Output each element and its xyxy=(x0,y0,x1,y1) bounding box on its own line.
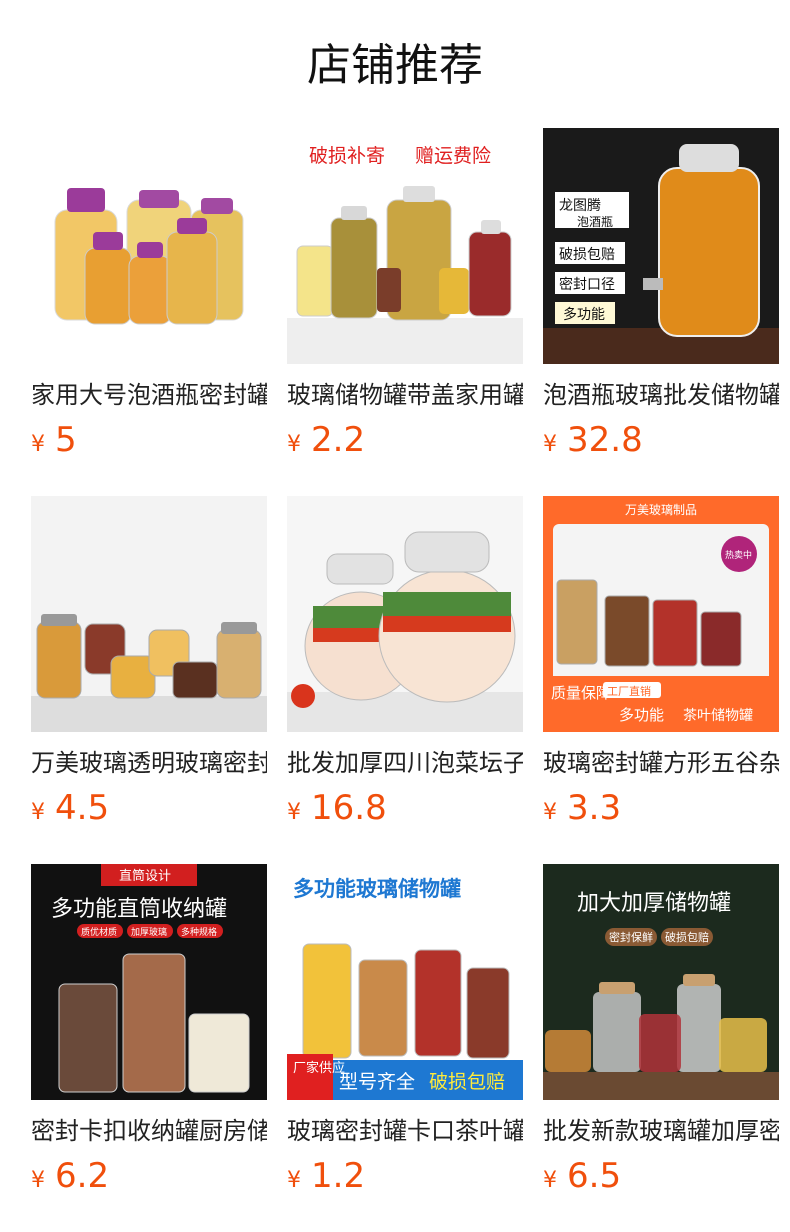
product-image[interactable]: 万美玻璃制品 热卖中 质量保障 工厂直销 多功能 茶叶储物罐 xyxy=(543,496,779,732)
product-card[interactable]: 万美玻璃制品 热卖中 质量保障 工厂直销 多功能 茶叶储物罐 玻璃密封罐方形五谷… xyxy=(543,496,779,864)
overlay-text: 赠运费险 xyxy=(415,145,491,167)
product-image[interactable] xyxy=(31,496,267,732)
product-image[interactable]: 破损补寄 赠运费险 xyxy=(287,128,523,364)
price-amount: 2.2 xyxy=(311,420,366,460)
overlay-text: 破损包赔 xyxy=(559,247,615,263)
price-amount: 1.2 xyxy=(311,1156,366,1196)
overlay-text: 多种规格 xyxy=(181,926,217,938)
product-price: ¥6.2 xyxy=(31,1154,267,1198)
price-amount: 3.3 xyxy=(567,788,622,828)
product-card[interactable]: 直筒设计 多功能直筒收纳罐 质优材质 加厚玻璃 多种规格 密封卡扣收纳罐厨房储物… xyxy=(31,864,267,1232)
overlay-text: 万美玻璃制品 xyxy=(625,503,697,517)
page-title: 店铺推荐 xyxy=(307,40,483,91)
product-card[interactable]: 龙图腾 泡酒瓶 破损包赔 密封口径 多功能 泡酒瓶玻璃批发储物罐 ¥32.8 xyxy=(543,128,779,496)
product-image[interactable] xyxy=(31,128,267,364)
overlay-text: 破损补寄 xyxy=(309,145,385,167)
product-price: ¥6.5 xyxy=(543,1154,779,1198)
product-price: ¥1.2 xyxy=(287,1154,523,1198)
product-name[interactable]: 玻璃密封罐方形五谷杂粮 xyxy=(543,746,779,780)
overlay-text: 工厂直销 xyxy=(607,684,651,698)
product-image[interactable]: 直筒设计 多功能直筒收纳罐 质优材质 加厚玻璃 多种规格 xyxy=(31,864,267,1100)
overlay-text: 密封保鲜 xyxy=(609,930,653,944)
overlay-text: 破损包赔 xyxy=(429,1071,505,1093)
currency-symbol: ¥ xyxy=(31,1168,45,1193)
product-name[interactable]: 玻璃储物罐带盖家用罐 xyxy=(287,378,523,412)
product-card[interactable]: 批发加厚四川泡菜坛子 ¥16.8 xyxy=(287,496,523,864)
product-price: ¥16.8 xyxy=(287,786,523,830)
product-name[interactable]: 批发新款玻璃罐加厚密封 xyxy=(543,1114,779,1148)
overlay-text: 厂家供应 xyxy=(293,1060,345,1076)
overlay-text: 多功能直筒收纳罐 xyxy=(51,897,227,922)
overlay-text: 龙图腾 xyxy=(559,197,601,214)
currency-symbol: ¥ xyxy=(543,1168,557,1193)
product-price: ¥4.5 xyxy=(31,786,267,830)
product-name[interactable]: 密封卡扣收纳罐厨房储物 xyxy=(31,1114,267,1148)
product-card[interactable]: 家用大号泡酒瓶密封罐 ¥5 xyxy=(31,128,267,496)
price-amount: 4.5 xyxy=(55,788,110,828)
currency-symbol: ¥ xyxy=(287,800,301,825)
product-price: ¥2.2 xyxy=(287,418,523,462)
product-name[interactable]: 玻璃密封罐卡口茶叶罐 xyxy=(287,1114,523,1148)
price-amount: 5 xyxy=(55,420,77,460)
product-price: ¥3.3 xyxy=(543,786,779,830)
currency-symbol: ¥ xyxy=(31,432,45,457)
currency-symbol: ¥ xyxy=(543,800,557,825)
product-price: ¥5 xyxy=(31,418,267,462)
product-name[interactable]: 批发加厚四川泡菜坛子 xyxy=(287,746,523,780)
product-name[interactable]: 家用大号泡酒瓶密封罐 xyxy=(31,378,267,412)
product-card[interactable]: 破损补寄 赠运费险 玻璃储物罐带盖家用罐 ¥2.2 xyxy=(287,128,523,496)
currency-symbol: ¥ xyxy=(543,432,557,457)
product-grid: 家用大号泡酒瓶密封罐 ¥5 破损补寄 赠运费险 玻璃储物罐带盖家用罐 ¥ 2.2… xyxy=(31,128,779,1232)
price-amount: 6.5 xyxy=(567,1156,622,1196)
currency-symbol: ¥ xyxy=(287,432,301,457)
product-card[interactable]: 多功能玻璃储物罐 厂家供应 型号齐全 破损包赔 玻璃密封罐卡口茶叶罐 ¥1.2 xyxy=(287,864,523,1232)
price-amount: 16.8 xyxy=(311,788,387,828)
overlay-text: 多功能 xyxy=(619,706,664,724)
overlay-text: 直筒设计 xyxy=(119,868,171,884)
price-amount: 32.8 xyxy=(567,420,643,460)
product-image[interactable]: 多功能玻璃储物罐 厂家供应 型号齐全 破损包赔 xyxy=(287,864,523,1100)
overlay-text: 质优材质 xyxy=(81,926,117,938)
currency-symbol: ¥ xyxy=(287,1168,301,1193)
overlay-text: 多功能玻璃储物罐 xyxy=(293,877,461,901)
product-name[interactable]: 泡酒瓶玻璃批发储物罐 xyxy=(543,378,779,412)
product-price: ¥32.8 xyxy=(543,418,779,462)
overlay-text: 加厚玻璃 xyxy=(131,926,167,938)
product-card[interactable]: 加大加厚储物罐 密封保鲜 破损包赔 批发新款玻璃罐加厚密封 ¥6.5 xyxy=(543,864,779,1232)
overlay-text: 泡酒瓶 xyxy=(577,215,613,229)
product-image[interactable] xyxy=(287,496,523,732)
overlay-text: 多功能 xyxy=(563,306,605,323)
price-amount: 6.2 xyxy=(55,1156,110,1196)
overlay-text: 密封口径 xyxy=(559,276,615,293)
overlay-text: 型号齐全 xyxy=(339,1071,415,1093)
overlay-text: 破损包赔 xyxy=(665,930,709,944)
overlay-text: 加大加厚储物罐 xyxy=(577,891,731,916)
product-card[interactable]: 万美玻璃透明玻璃密封罐 ¥4.5 xyxy=(31,496,267,864)
overlay-text: 热卖中 xyxy=(725,549,752,561)
product-image[interactable]: 加大加厚储物罐 密封保鲜 破损包赔 xyxy=(543,864,779,1100)
overlay-text: 质量保障 xyxy=(551,684,611,702)
overlay-text: 茶叶储物罐 xyxy=(683,708,753,724)
currency-symbol: ¥ xyxy=(31,800,45,825)
product-image[interactable]: 龙图腾 泡酒瓶 破损包赔 密封口径 多功能 xyxy=(543,128,779,364)
product-name[interactable]: 万美玻璃透明玻璃密封罐 xyxy=(31,746,267,780)
